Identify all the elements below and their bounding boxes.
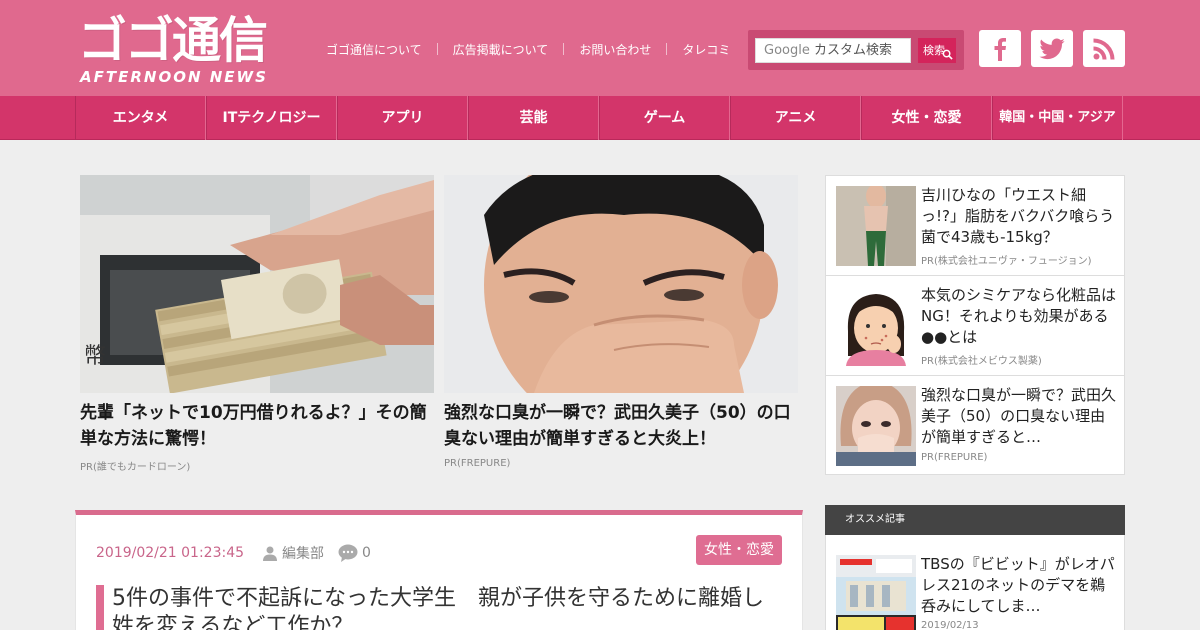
top-links: ゴゴ通信について 広告掲載について お問い合わせ タレコミ [326, 40, 730, 58]
ad-card[interactable]: 幣 先輩「ネットで10万円借りれるよ？」その簡単な方法に驚愕！ PR(誰でもカー… [80, 175, 434, 473]
link-about[interactable]: ゴゴ通信について [326, 41, 422, 58]
category-badge[interactable]: 女性・恋愛 [696, 535, 782, 565]
sidebar-ad-thumbnail[interactable] [836, 386, 916, 466]
link-tip[interactable]: タレコミ [682, 41, 730, 58]
nav-entame[interactable]: エンタメ [75, 96, 206, 140]
sidebar-ad-item[interactable]: 吉川ひなの「ウエスト細っ!?」脂肪をバクバク喰らう菌で43歳も-15kg？ PR… [826, 176, 1124, 276]
logo-subtitle: AFTERNOON NEWS [80, 68, 268, 86]
article-date: 2019/02/21 01:23:45 [96, 545, 245, 561]
sidebar-ad-title[interactable]: 本気のシミケアなら化粧品はNG！それよりも効果がある●●とは [921, 285, 1116, 348]
search-input[interactable]: Google カスタム検索 [755, 38, 911, 63]
nav-women-love[interactable]: 女性・恋愛 [861, 96, 992, 140]
svg-text:幣: 幣 [84, 344, 106, 369]
sidebar-ad-sponsor: PR(株式会社ユニヴァ・フュージョン) [921, 256, 1092, 267]
search-icon [942, 49, 953, 60]
divider [666, 43, 668, 55]
search-button[interactable]: 検索 [918, 38, 956, 63]
sidebar-ad-sponsor: PR(株式会社メビウス製薬) [921, 356, 1042, 367]
nav-games[interactable]: ゲーム [599, 96, 730, 140]
site-header: ゴゴ通信 AFTERNOON NEWS ゴゴ通信について 広告掲載について お問… [0, 0, 1200, 96]
recommended-date: 2019/02/13 [921, 620, 979, 630]
article-title[interactable]: 5件の事件で不起訴になった大学生 親が子供を守るために離婚し姓を変えるなど工作か… [96, 585, 764, 630]
nav-it-technology[interactable]: ITテクノロジー [206, 96, 337, 140]
rss-button[interactable] [1083, 30, 1125, 67]
sidebar-ad-thumbnail[interactable] [836, 286, 916, 366]
divider [563, 43, 565, 55]
sidebar-ad-item[interactable]: 本気のシミケアなら化粧品はNG！それよりも効果がある●●とは PR(株式会社メビ… [826, 276, 1124, 376]
sidebar-ad-thumbnail[interactable] [836, 186, 916, 266]
search-box: Google カスタム検索 検索 [748, 30, 964, 70]
logo-text: ゴゴ通信 [78, 12, 268, 69]
nav-anime[interactable]: アニメ [730, 96, 861, 140]
facebook-button[interactable] [979, 30, 1021, 67]
search-placeholder: カスタム検索 [813, 43, 892, 58]
ad-title[interactable]: 先輩「ネットで10万円借りれるよ？」その簡単な方法に驚愕！ [80, 400, 434, 452]
link-contact[interactable]: お問い合わせ [579, 41, 651, 58]
sidebar-ad-sponsor: PR(FREPURE) [921, 452, 988, 463]
rss-icon [1093, 38, 1115, 59]
author-name: 編集部 [282, 546, 325, 562]
main-nav: エンタメ ITテクノロジー アプリ 芸能 ゲーム アニメ 女性・恋愛 韓国・中国… [0, 96, 1200, 140]
article-card: 2019/02/21 01:23:45 編集部 0 女性・恋愛 5件の事件で不起… [75, 510, 803, 630]
article-comments[interactable]: 0 [338, 544, 371, 562]
ad-image-cash-atm[interactable]: 幣 [80, 175, 434, 393]
ad-card[interactable]: 強烈な口臭が一瞬で？武田久美子（50）の口臭ない理由が簡単すぎると大炎上！ PR… [444, 175, 798, 469]
divider [436, 43, 438, 55]
link-advertising[interactable]: 広告掲載について [453, 41, 549, 58]
nav-asia[interactable]: 韓国・中国・アジア [992, 96, 1123, 140]
sidebar-ad-list: 吉川ひなの「ウエスト細っ!?」脂肪をバクバク喰らう菌で43歳も-15kg？ PR… [825, 175, 1125, 475]
recommended-title[interactable]: TBSの『ビビット』がレオパレス21のネットのデマを鵜呑みにしてしま… [921, 554, 1116, 617]
recommended-list: TBSの『ビビット』がレオパレス21のネットのデマを鵜呑みにしてしま… 2019… [825, 535, 1125, 630]
ad-title[interactable]: 強烈な口臭が一瞬で？武田久美子（50）の口臭ない理由が簡単すぎると大炎上！ [444, 400, 798, 452]
article-author[interactable]: 編集部 [262, 543, 324, 563]
comment-count: 0 [362, 545, 371, 561]
ad-image-man-covering-mouth[interactable] [444, 175, 798, 393]
ad-sponsor: PR(誰でもカードローン) [80, 462, 191, 473]
comment-icon [338, 544, 358, 562]
sidebar-ad-item[interactable]: 強烈な口臭が一瞬で？武田久美子（50）の口臭ない理由が簡単すぎると… PR(FR… [826, 376, 1124, 476]
nav-geinou[interactable]: 芸能 [468, 96, 599, 140]
article-meta: 2019/02/21 01:23:45 編集部 0 [96, 543, 385, 563]
twitter-icon [1039, 38, 1065, 59]
nav-apps[interactable]: アプリ [337, 96, 468, 140]
recommended-thumbnail[interactable] [836, 555, 916, 630]
recommended-header: オススメ記事 [825, 505, 1125, 535]
google-label: Google [764, 43, 810, 58]
user-icon [263, 546, 278, 561]
site-logo[interactable]: ゴゴ通信 AFTERNOON NEWS [78, 14, 306, 86]
facebook-icon [994, 37, 1006, 61]
sidebar-ad-title[interactable]: 吉川ひなの「ウエスト細っ!?」脂肪をバクバク喰らう菌で43歳も-15kg？ [921, 185, 1116, 248]
twitter-button[interactable] [1031, 30, 1073, 67]
sidebar-ad-title[interactable]: 強烈な口臭が一瞬で？武田久美子（50）の口臭ない理由が簡単すぎると… [921, 385, 1116, 448]
ad-sponsor: PR(FREPURE) [444, 458, 511, 469]
